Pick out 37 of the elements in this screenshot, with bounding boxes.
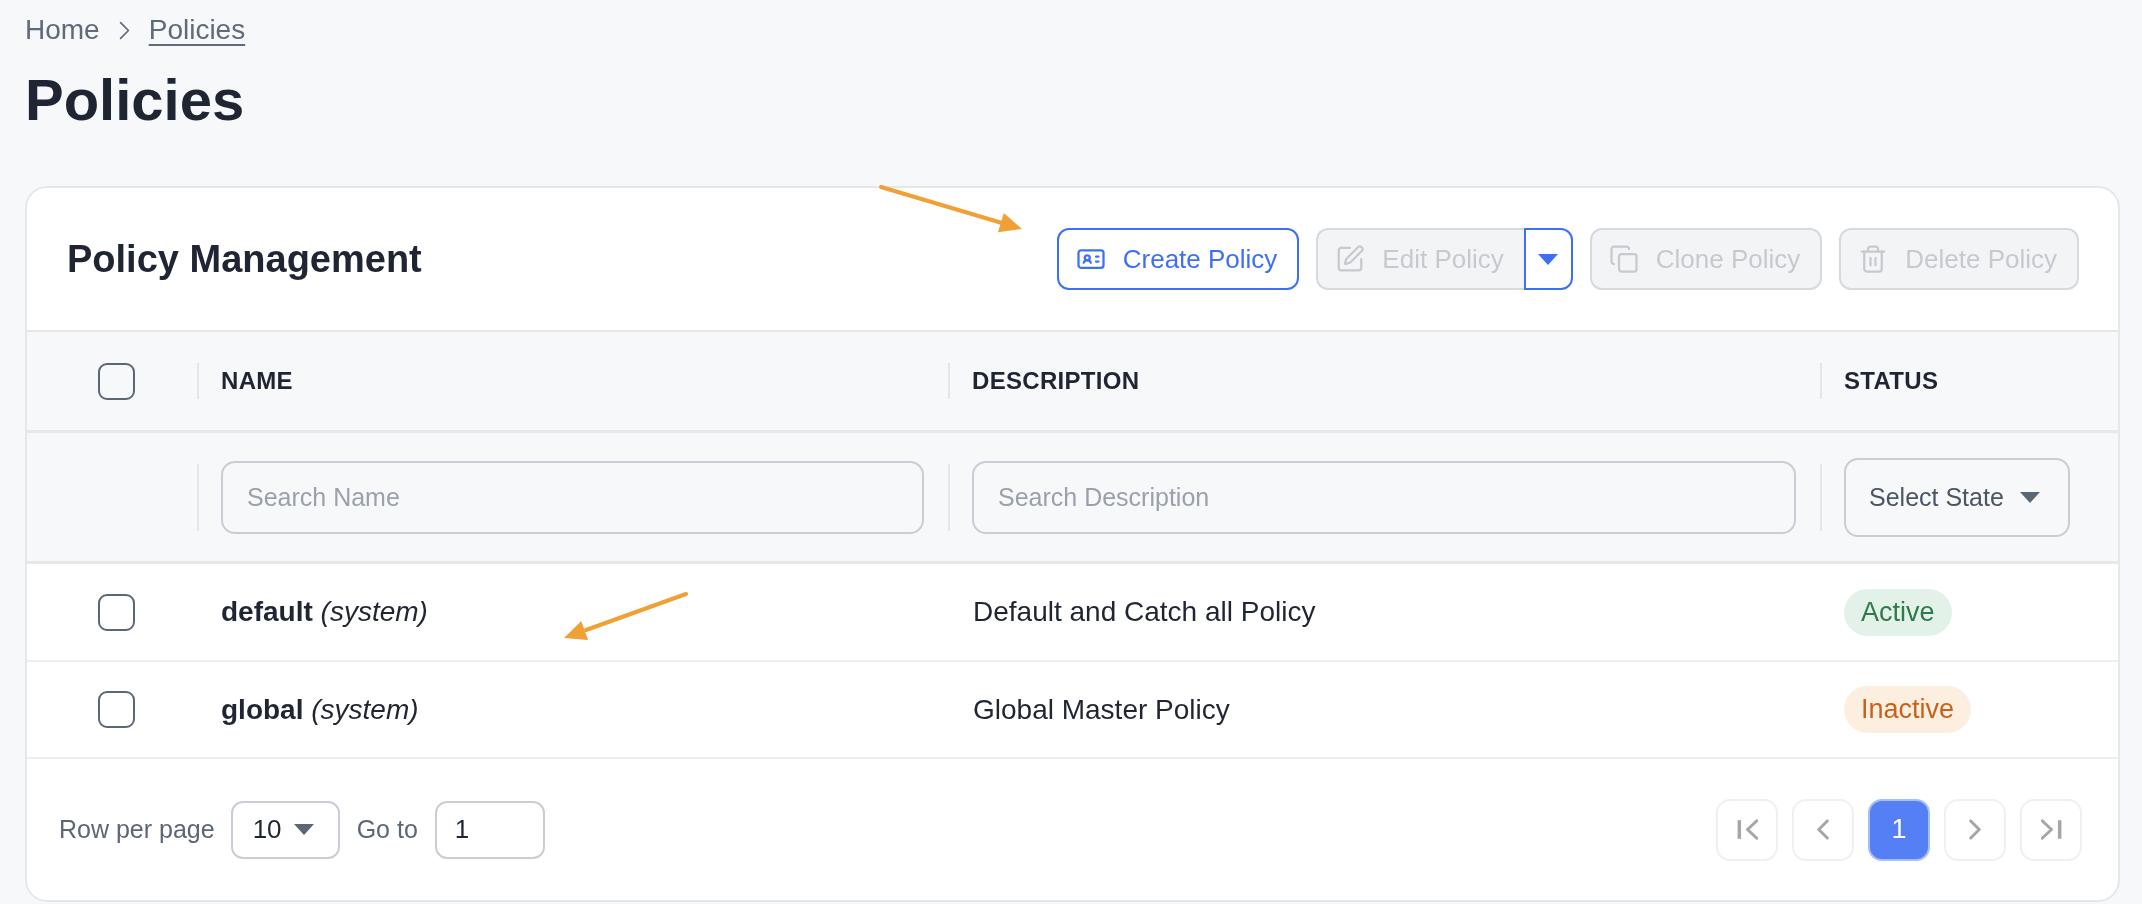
first-page-button[interactable] bbox=[1716, 798, 1778, 861]
pencil-square-icon bbox=[1335, 244, 1366, 274]
rows-per-page-label: Row per page bbox=[59, 815, 215, 844]
breadcrumb-link[interactable]: Home bbox=[25, 14, 100, 46]
create-button[interactable]: Create Policy bbox=[1056, 228, 1300, 290]
policy-name: default (system) bbox=[221, 596, 428, 628]
search-field[interactable]: Search Name bbox=[221, 460, 924, 534]
last-page-button[interactable] bbox=[2020, 798, 2082, 861]
checkbox[interactable] bbox=[98, 593, 135, 631]
rows-per-page-select[interactable]: 10 bbox=[230, 800, 340, 859]
page-number-field[interactable]: 1 bbox=[434, 800, 545, 859]
column-header: STATUS bbox=[1844, 367, 1939, 395]
card-title: Policy Management bbox=[67, 237, 422, 281]
breadcrumb-link[interactable]: Policies bbox=[148, 14, 246, 46]
chevron-right-icon bbox=[1969, 819, 1981, 840]
policy-description: Default and Catch all Policy bbox=[973, 596, 1316, 628]
caret-down-icon bbox=[293, 824, 314, 835]
caret-down-icon bbox=[2020, 491, 2040, 503]
page-button[interactable]: 1 bbox=[1868, 798, 1930, 861]
chevron-left-icon bbox=[1817, 819, 1829, 840]
chevron-right-icon bbox=[118, 20, 130, 40]
policy-description: Global Master Policy bbox=[973, 693, 1230, 726]
status-badge: Inactive bbox=[1844, 686, 1972, 733]
status-select[interactable]: Select State bbox=[1844, 457, 2070, 537]
checkbox[interactable] bbox=[98, 362, 135, 400]
policy-name: global (system) bbox=[221, 693, 419, 726]
copy-icon bbox=[1608, 244, 1639, 274]
chevron-bar-right-icon bbox=[2040, 819, 2062, 840]
caret-down-icon bbox=[1538, 253, 1559, 265]
status-badge: Active bbox=[1844, 588, 1952, 636]
search-field[interactable]: Search Description bbox=[972, 460, 1796, 534]
checkbox[interactable] bbox=[98, 691, 135, 728]
column-header: NAME bbox=[221, 367, 293, 395]
bar-chevron-left-icon bbox=[1736, 819, 1758, 840]
go-to-label: Go to bbox=[356, 815, 418, 844]
page-title: Policies bbox=[25, 66, 245, 134]
column-header: DESCRIPTION bbox=[972, 367, 1140, 395]
